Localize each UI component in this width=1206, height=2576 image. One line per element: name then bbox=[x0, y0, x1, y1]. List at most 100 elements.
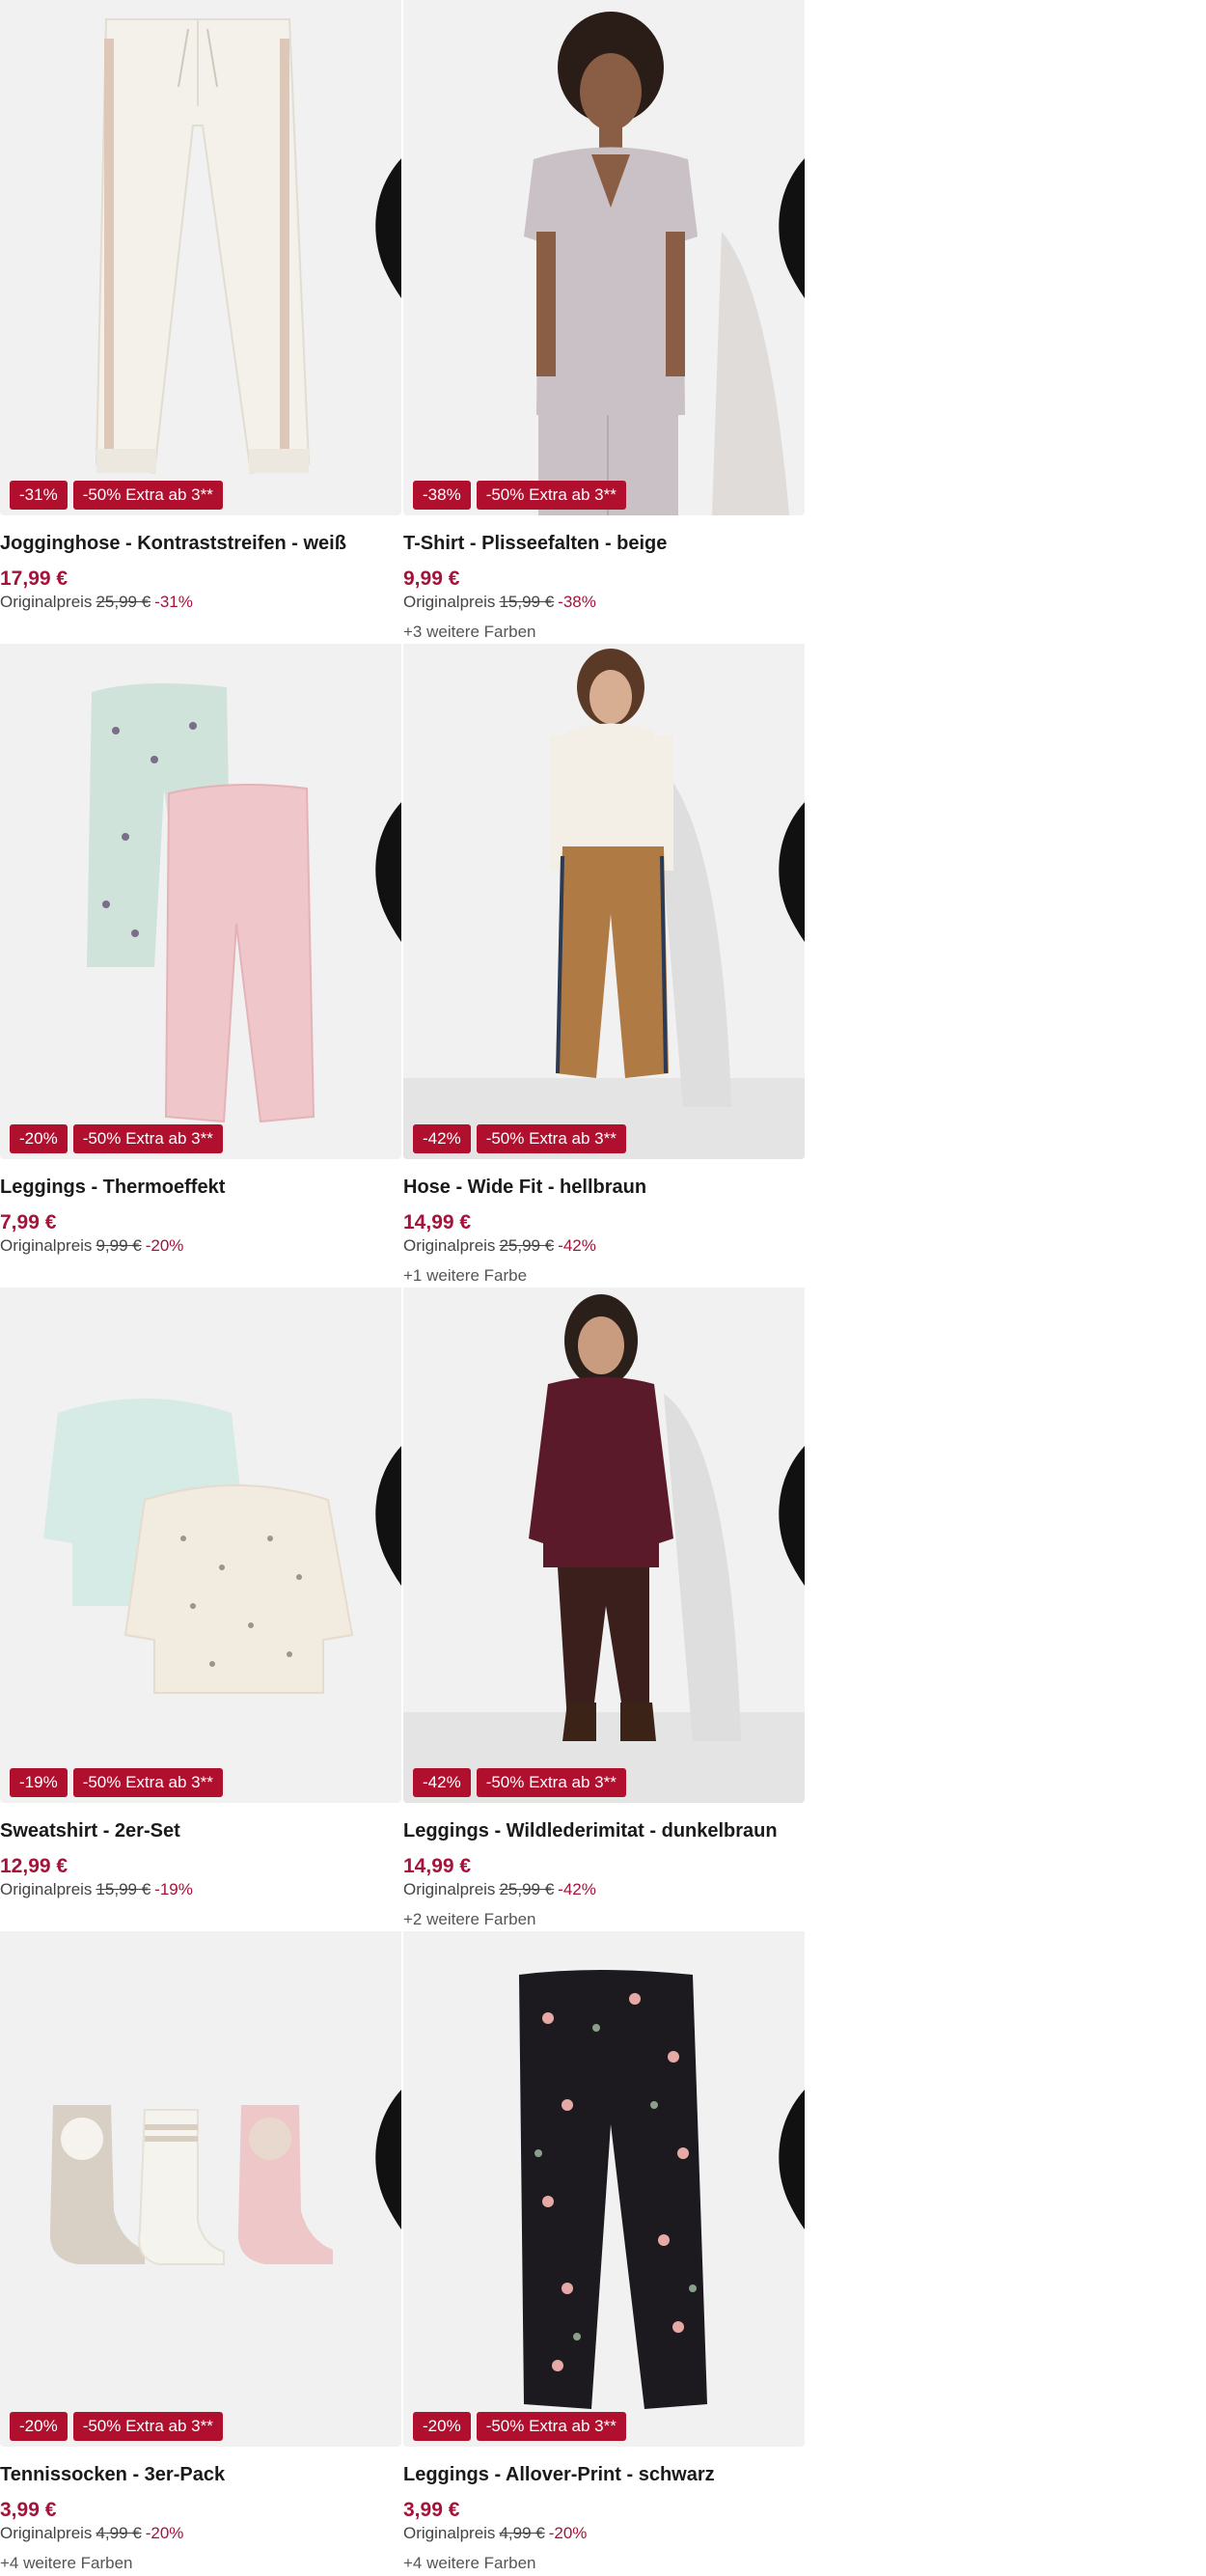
original-price-label: Originalpreis bbox=[403, 1880, 496, 1898]
product-price: 17,99 € bbox=[0, 568, 69, 590]
product-image[interactable]: -31% -50% Extra ab 3** bbox=[0, 0, 401, 515]
product-card[interactable]: -38% -50% Extra ab 3** T-Shirt - Plissee… bbox=[403, 0, 805, 644]
product-image[interactable]: -38% -50% Extra ab 3** bbox=[403, 0, 805, 515]
product-title[interactable]: Leggings - Thermoeffekt bbox=[0, 1177, 225, 1199]
original-price: 15,99 € bbox=[96, 1880, 151, 1898]
product-title[interactable]: Jogginghose - Kontraststreifen - weiß bbox=[0, 533, 346, 555]
discount-percent: -20% bbox=[548, 2524, 588, 2542]
promo-badge: -50% Extra ab 3** bbox=[72, 1124, 223, 1153]
wishlist-heart-icon[interactable] bbox=[760, 1297, 805, 1586]
original-price-line: Originalpreis 15,99 € -38% bbox=[403, 593, 596, 612]
original-price: 4,99 € bbox=[96, 2524, 142, 2542]
product-price: 3,99 € bbox=[403, 2499, 460, 2521]
discount-percent: -19% bbox=[154, 1880, 193, 1898]
original-price-line: Originalpreis 25,99 € -42% bbox=[403, 1880, 596, 1899]
product-price: 12,99 € bbox=[0, 1855, 69, 1877]
product-price: 9,99 € bbox=[403, 568, 460, 590]
wishlist-heart-icon[interactable] bbox=[357, 1941, 401, 2230]
badge-row: -20% -50% Extra ab 3** bbox=[10, 1124, 223, 1153]
original-price: 25,99 € bbox=[499, 1236, 555, 1255]
more-colors[interactable]: +4 weitere Farben bbox=[403, 2554, 536, 2573]
product-grid: -31% -50% Extra ab 3** Jogginghose - Kon… bbox=[0, 0, 805, 2575]
more-colors[interactable]: +2 weitere Farben bbox=[403, 1910, 536, 1929]
original-price-label: Originalpreis bbox=[0, 593, 93, 611]
promo-badge: -50% Extra ab 3** bbox=[476, 2412, 626, 2441]
product-image[interactable]: -42% -50% Extra ab 3** bbox=[403, 644, 805, 1159]
badge-row: -19% -50% Extra ab 3** bbox=[10, 1768, 223, 1797]
wishlist-heart-icon[interactable] bbox=[760, 10, 805, 298]
original-price-label: Originalpreis bbox=[0, 1880, 93, 1898]
product-card[interactable]: -20% -50% Extra ab 3** Leggings - Thermo… bbox=[0, 644, 401, 1288]
badge-row: -38% -50% Extra ab 3** bbox=[413, 481, 626, 510]
discount-badge: -31% bbox=[10, 481, 68, 510]
promo-badge: -50% Extra ab 3** bbox=[72, 481, 223, 510]
discount-badge: -42% bbox=[413, 1768, 471, 1797]
discount-percent: -31% bbox=[154, 593, 193, 611]
promo-badge: -50% Extra ab 3** bbox=[476, 1768, 626, 1797]
more-colors[interactable]: +1 weitere Farbe bbox=[403, 1266, 527, 1286]
product-title[interactable]: Leggings - Wildlederimitat - dunkelbraun bbox=[403, 1820, 778, 1842]
discount-percent: -38% bbox=[558, 593, 596, 611]
more-colors[interactable]: +4 weitere Farben bbox=[0, 2554, 133, 2573]
badge-row: -31% -50% Extra ab 3** bbox=[10, 481, 223, 510]
product-price: 14,99 € bbox=[403, 1211, 472, 1233]
discount-badge: -42% bbox=[413, 1124, 471, 1153]
badge-row: -42% -50% Extra ab 3** bbox=[413, 1768, 626, 1797]
badge-row: -20% -50% Extra ab 3** bbox=[10, 2412, 223, 2441]
original-price-label: Originalpreis bbox=[403, 2524, 496, 2542]
product-image[interactable]: -20% -50% Extra ab 3** bbox=[403, 1931, 805, 2447]
original-price-line: Originalpreis 25,99 € -31% bbox=[0, 593, 193, 612]
original-price: 15,99 € bbox=[499, 593, 555, 611]
product-title[interactable]: Hose - Wide Fit - hellbraun bbox=[403, 1177, 646, 1199]
product-title[interactable]: T-Shirt - Plisseefalten - beige bbox=[403, 533, 667, 555]
wishlist-heart-icon[interactable] bbox=[357, 1297, 401, 1586]
discount-badge: -38% bbox=[413, 481, 471, 510]
discount-percent: -42% bbox=[558, 1880, 596, 1898]
original-price-line: Originalpreis 4,99 € -20% bbox=[0, 2524, 183, 2543]
original-price-line: Originalpreis 9,99 € -20% bbox=[0, 1236, 183, 1256]
wishlist-heart-icon[interactable] bbox=[357, 10, 401, 298]
product-title[interactable]: Tennissocken - 3er-Pack bbox=[0, 2464, 225, 2486]
product-price: 7,99 € bbox=[0, 1211, 57, 1233]
original-price-label: Originalpreis bbox=[0, 1236, 93, 1255]
badge-row: -20% -50% Extra ab 3** bbox=[413, 2412, 626, 2441]
product-image[interactable]: -19% -50% Extra ab 3** bbox=[0, 1288, 401, 1803]
product-image[interactable]: -20% -50% Extra ab 3** bbox=[0, 1931, 401, 2447]
product-card[interactable]: -42% -50% Extra ab 3** Leggings - Wildle… bbox=[403, 1288, 805, 1931]
product-image[interactable]: -42% -50% Extra ab 3** bbox=[403, 1288, 805, 1803]
original-price-label: Originalpreis bbox=[0, 2524, 93, 2542]
original-price: 9,99 € bbox=[96, 1236, 142, 1255]
promo-badge: -50% Extra ab 3** bbox=[476, 481, 626, 510]
product-price: 14,99 € bbox=[403, 1855, 472, 1877]
product-card[interactable]: -20% -50% Extra ab 3** Tennissocken - 3e… bbox=[0, 1931, 401, 2575]
product-image[interactable]: -20% -50% Extra ab 3** bbox=[0, 644, 401, 1159]
product-card[interactable]: -42% -50% Extra ab 3** Hose - Wide Fit -… bbox=[403, 644, 805, 1288]
promo-badge: -50% Extra ab 3** bbox=[72, 2412, 223, 2441]
promo-badge: -50% Extra ab 3** bbox=[476, 1124, 626, 1153]
promo-badge: -50% Extra ab 3** bbox=[72, 1768, 223, 1797]
discount-badge: -20% bbox=[10, 2412, 68, 2441]
badge-row: -42% -50% Extra ab 3** bbox=[413, 1124, 626, 1153]
product-card[interactable]: -19% -50% Extra ab 3** Sweatshirt - 2er-… bbox=[0, 1288, 401, 1931]
wishlist-heart-icon[interactable] bbox=[760, 1941, 805, 2230]
original-price: 4,99 € bbox=[499, 2524, 545, 2542]
original-price-label: Originalpreis bbox=[403, 1236, 496, 1255]
product-price: 3,99 € bbox=[0, 2499, 57, 2521]
discount-percent: -20% bbox=[145, 1236, 184, 1255]
original-price-line: Originalpreis 4,99 € -20% bbox=[403, 2524, 587, 2543]
discount-badge: -20% bbox=[413, 2412, 471, 2441]
discount-badge: -19% bbox=[10, 1768, 68, 1797]
discount-percent: -42% bbox=[558, 1236, 596, 1255]
more-colors[interactable]: +3 weitere Farben bbox=[403, 623, 536, 642]
wishlist-heart-icon[interactable] bbox=[357, 653, 401, 942]
product-title[interactable]: Sweatshirt - 2er-Set bbox=[0, 1820, 180, 1842]
original-price-label: Originalpreis bbox=[403, 593, 496, 611]
original-price-line: Originalpreis 25,99 € -42% bbox=[403, 1236, 596, 1256]
product-card[interactable]: -31% -50% Extra ab 3** Jogginghose - Kon… bbox=[0, 0, 401, 644]
product-title[interactable]: Leggings - Allover-Print - schwarz bbox=[403, 2464, 715, 2486]
original-price: 25,99 € bbox=[499, 1880, 555, 1898]
product-card[interactable]: -20% -50% Extra ab 3** Leggings - Allove… bbox=[403, 1931, 805, 2575]
original-price-line: Originalpreis 15,99 € -19% bbox=[0, 1880, 193, 1899]
original-price: 25,99 € bbox=[96, 593, 151, 611]
wishlist-heart-icon[interactable] bbox=[760, 653, 805, 942]
